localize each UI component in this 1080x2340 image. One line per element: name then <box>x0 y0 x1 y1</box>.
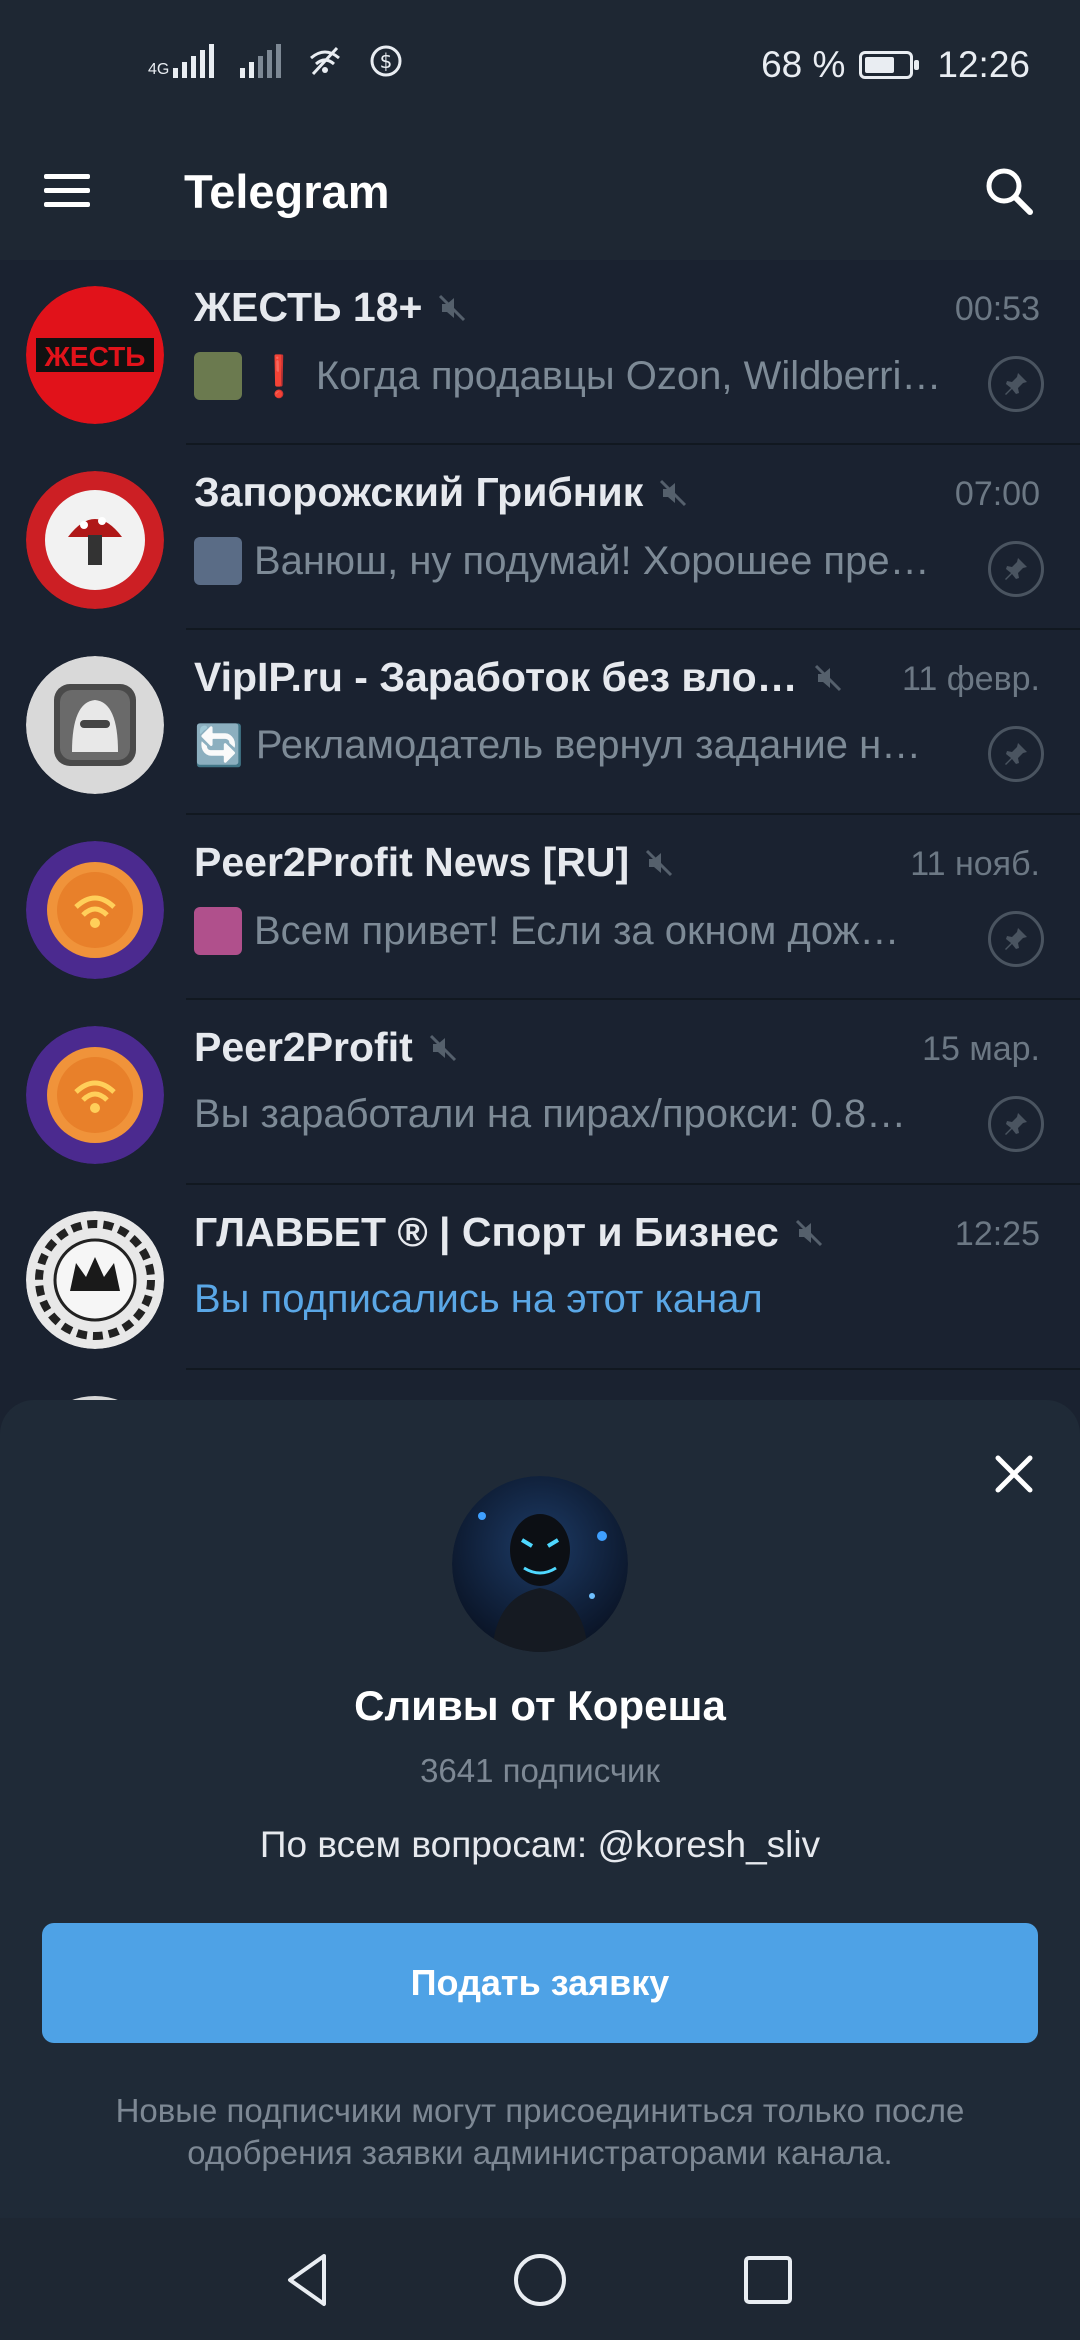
preview-emoji: ❗ <box>254 354 304 399</box>
signal-1-icon: 4G <box>148 44 215 78</box>
status-left: 4G $ <box>148 44 403 78</box>
pin-icon <box>988 726 1044 782</box>
channel-title: Сливы от Кореша <box>354 1682 726 1729</box>
chat-time: 11 нояб. <box>910 845 1040 883</box>
chat-row[interactable]: ГЛАВБЕТ ® | Спорт и Бизнес 12:25 Вы подп… <box>0 1185 1080 1370</box>
chat-row[interactable]: Peer2Profit 15 мар. Вы заработали на пир… <box>0 1000 1080 1185</box>
chat-list: ЖЕСТЬ ЖЕСТЬ 18+ 00:53 ❗ Когда продавцы O… <box>0 260 1080 1410</box>
avatar: ЖЕСТЬ <box>26 286 164 424</box>
channel-join-sheet: Сливы от Кореша 3641 подписчик По всем в… <box>0 1400 1080 2220</box>
chat-name: ЖЕСТЬ 18+ <box>194 284 468 331</box>
chat-row[interactable]: VipIP.ru - Заработок без вло… 11 февр. 🔄… <box>0 630 1080 815</box>
chat-name: Запорожский Грибник <box>194 469 689 516</box>
close-icon[interactable] <box>984 1444 1044 1504</box>
home-circle-icon[interactable] <box>508 2248 572 2312</box>
avatar <box>26 1026 164 1164</box>
muted-icon <box>795 1219 822 1246</box>
app-bar: Telegram <box>0 130 1080 260</box>
chat-row[interactable]: ЖЕСТЬ ЖЕСТЬ 18+ 00:53 ❗ Когда продавцы O… <box>0 260 1080 445</box>
chat-preview: 🔄 Рекламодатель вернул задание н… <box>194 723 922 768</box>
chat-preview: Всем привет! Если за окном дож… <box>194 907 954 955</box>
avatar <box>26 656 164 794</box>
request-join-button[interactable]: Подать заявку <box>42 1923 1038 2043</box>
system-nav-bar <box>0 2218 1080 2340</box>
muted-icon <box>646 849 673 876</box>
pin-icon <box>988 356 1044 412</box>
search-icon[interactable] <box>970 152 1050 232</box>
chat-preview: ❗ Когда продавцы Ozon, Wildberri… <box>194 352 954 400</box>
avatar <box>26 841 164 979</box>
battery-icon <box>859 51 920 79</box>
pin-icon <box>988 1096 1044 1152</box>
media-thumbnail <box>194 537 242 585</box>
channel-description: По всем вопросам: @koresh_sliv <box>259 1824 821 1865</box>
chat-name: Peer2Profit <box>194 1024 459 1071</box>
muted-icon <box>660 479 687 506</box>
media-thumbnail <box>194 907 242 955</box>
clock: 12:26 <box>937 44 1030 85</box>
data-saver-icon: $ <box>370 45 402 77</box>
signal-2-icon <box>240 44 282 78</box>
approval-note: Новые подписчики могут присоединиться то… <box>115 2092 965 2171</box>
hamburger-menu-icon[interactable] <box>44 160 104 220</box>
recents-square-icon[interactable] <box>736 2248 800 2312</box>
network-type: 4G <box>148 61 170 78</box>
chat-name: VipIP.ru - Заработок без вло… <box>194 654 844 701</box>
chat-time: 00:53 <box>954 290 1040 328</box>
back-triangle-icon[interactable] <box>276 2248 340 2312</box>
chat-preview: Вы заработали на пирах/прокси: 0.8… <box>194 1092 907 1136</box>
pin-icon <box>988 541 1044 597</box>
muted-icon <box>439 294 466 321</box>
wifi-off-icon <box>310 46 341 76</box>
chat-name: Peer2Profit News [RU] <box>194 839 675 886</box>
media-thumbnail <box>194 352 242 400</box>
chat-time: 15 мар. <box>922 1030 1040 1068</box>
avatar <box>26 1211 164 1349</box>
subscriber-count: 3641 подписчик <box>420 1752 660 1789</box>
status-bar: 4G $ 68 % 12:26 <box>0 0 1080 130</box>
channel-avatar <box>452 1476 628 1652</box>
status-right: 68 % 12:26 <box>761 44 1030 86</box>
svg-text:$: $ <box>380 49 393 73</box>
chat-preview: Ванюш, ну подумай! Хорошее пре… <box>194 537 954 585</box>
muted-icon <box>814 664 841 691</box>
chat-time: 07:00 <box>954 475 1040 513</box>
battery-percent: 68 % <box>761 44 846 85</box>
refresh-emoji-icon: 🔄 <box>194 724 244 768</box>
avatar-text: ЖЕСТЬ <box>44 341 146 372</box>
chat-name: ГЛАВБЕТ ® | Спорт и Бизнес <box>194 1209 825 1256</box>
avatar <box>26 471 164 609</box>
chat-time: 12:25 <box>954 1215 1040 1253</box>
app-title: Telegram <box>184 165 390 218</box>
chat-preview: Вы подписались на этот канал <box>194 1277 763 1321</box>
muted-icon <box>429 1034 456 1061</box>
chat-row[interactable]: Peer2Profit News [RU] 11 нояб. Всем прив… <box>0 815 1080 1000</box>
chat-row[interactable]: Запорожский Грибник 07:00 Ванюш, ну поду… <box>0 445 1080 630</box>
chat-time: 11 февр. <box>901 660 1040 698</box>
pin-icon <box>988 911 1044 967</box>
